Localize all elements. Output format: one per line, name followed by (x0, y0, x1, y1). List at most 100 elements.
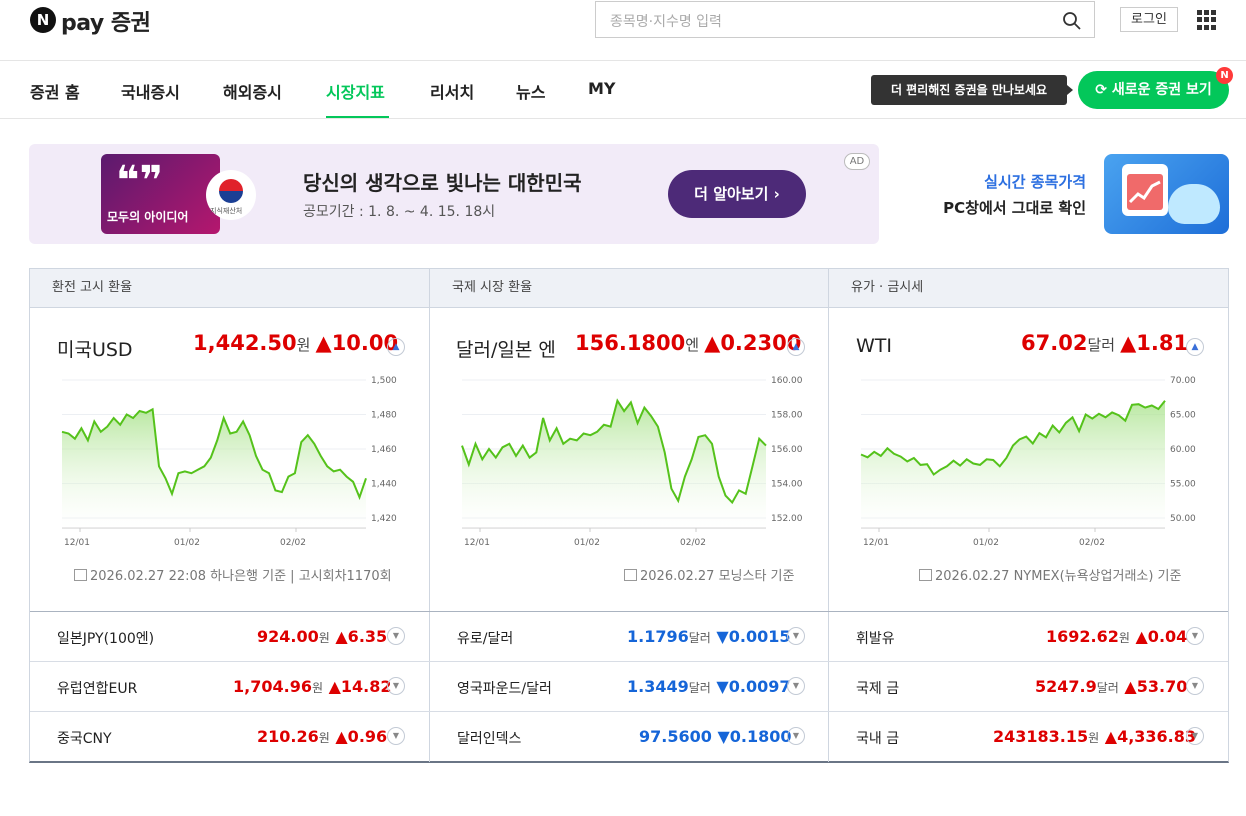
expand-down-icon[interactable]: ▼ (1186, 677, 1204, 695)
row-value: 5247.9달러 ▲53.70 (1035, 677, 1188, 696)
login-button[interactable]: 로그인 (1120, 7, 1178, 32)
y-tick-label: 156.00 (771, 445, 803, 455)
main-quote-usd: 1,442.50원 ▲10.00 (193, 331, 398, 355)
naver-logo-icon[interactable]: N (30, 7, 56, 33)
row-name[interactable]: 국내 금 (856, 728, 899, 748)
row-value: 1692.62원 ▲0.04 (1046, 627, 1188, 646)
row-name[interactable]: 중국CNY (57, 728, 112, 748)
main-change: ▲1.81 (1120, 331, 1189, 355)
nav-stock-home[interactable]: 증권 홈 (30, 79, 80, 103)
x-tick-label: 01/02 (973, 538, 999, 548)
y-tick-label: 55.00 (1170, 480, 1196, 490)
calendar-icon (919, 569, 932, 581)
new-badge: N (1216, 67, 1233, 84)
nav-overseas[interactable]: 해외증시 (223, 79, 282, 103)
calendar-icon (624, 569, 637, 581)
expand-down-icon[interactable]: ▼ (787, 677, 805, 695)
banner-title[interactable]: 당신의 생각으로 빛나는 대한민국 (303, 167, 582, 196)
chart-card-icon (1122, 164, 1168, 216)
main-name-wti[interactable]: WTI (856, 335, 892, 357)
series-area (861, 400, 1165, 528)
learn-more-button[interactable]: 더 알아보기 › (668, 170, 806, 218)
source-note: 2026.02.27 모닝스타 기준 (624, 565, 794, 584)
divider (0, 60, 1246, 61)
expand-up-icon[interactable]: ▲ (1186, 338, 1204, 356)
expand-down-icon[interactable]: ▼ (1186, 627, 1204, 645)
row-value: 924.00원 ▲6.35 (257, 627, 388, 646)
x-tick-label: 12/01 (464, 538, 490, 548)
series-area (462, 400, 766, 528)
source-note: 2026.02.27 22:08 하나은행 기준 | 고시회차1170회 (74, 565, 392, 584)
y-tick-label: 1,440 (371, 480, 397, 490)
y-tick-label: 70.00 (1170, 376, 1196, 386)
row-name[interactable]: 국제 금 (856, 678, 899, 698)
main-name-usd[interactable]: 미국USD (57, 335, 133, 362)
x-tick-label: 02/02 (280, 538, 306, 548)
nav-news[interactable]: 뉴스 (516, 79, 545, 103)
expand-down-icon[interactable]: ▼ (787, 727, 805, 745)
main-unit: 엔 (685, 336, 700, 354)
banner-subtitle: 공모기간 : 1. 8. ~ 4. 15. 18시 (303, 204, 496, 220)
row-name[interactable]: 영국파운드/달러 (457, 678, 552, 698)
row-name[interactable]: 일본JPY(100엔) (57, 628, 154, 648)
calendar-icon (74, 569, 87, 581)
nav-my[interactable]: MY (588, 79, 616, 98)
expand-up-icon[interactable]: ▲ (787, 338, 805, 356)
usdjpy-chart[interactable]: 160.00 158.00 156.00 154.00 152.00 12/01 01/02… (448, 370, 808, 552)
panel-header-oil-gold: 유가 · 금시세 (829, 269, 1228, 308)
search-input[interactable]: 종목명·지수명 입력 (610, 11, 722, 31)
nav-domestic[interactable]: 국내증시 (121, 79, 180, 103)
usd-chart[interactable]: 1,500 1,480 1,460 1,440 1,420 12/01 01/02 02/02 (48, 370, 408, 552)
main-value: 156.1800 (575, 331, 686, 355)
row-name[interactable]: 휘발유 (856, 628, 895, 648)
apps-grid-icon[interactable] (1197, 10, 1217, 30)
expand-up-icon[interactable]: ▲ (387, 338, 405, 356)
row-name[interactable]: 달러인덱스 (457, 728, 521, 748)
row-value: 1.1796달러 ▼0.0015 (627, 627, 791, 646)
divider (828, 269, 829, 762)
expand-down-icon[interactable]: ▼ (787, 627, 805, 645)
new-securities-label: 새로운 증권 보기 (1111, 82, 1212, 98)
whale-icon (1168, 184, 1220, 224)
y-tick-label: 1,500 (371, 376, 397, 386)
promo-line-2[interactable]: PC창에서 그대로 확인 (880, 197, 1086, 218)
row-value: 1.3449달러 ▼0.0097 (627, 677, 791, 696)
nav-market-index[interactable]: 시장지표 (326, 79, 385, 103)
promo-whale-image[interactable] (1104, 154, 1229, 234)
search-icon[interactable] (1062, 11, 1082, 35)
expand-down-icon[interactable]: ▼ (387, 727, 405, 745)
y-tick-label: 160.00 (771, 376, 803, 386)
divider (30, 611, 1228, 612)
x-tick-label: 02/02 (1079, 538, 1105, 548)
banner-quote-mark: ❝❞ (116, 158, 163, 204)
wti-chart[interactable]: 70.00 65.00 60.00 55.00 50.00 12/01 01/02 02/02 (847, 370, 1207, 552)
logo-text[interactable]: pay 증권 (61, 5, 151, 37)
nav-research[interactable]: 리서치 (430, 79, 474, 103)
y-tick-label: 1,420 (371, 514, 397, 524)
row-value: 1,704.96원 ▲14.82 (233, 677, 392, 696)
main-value: 67.02 (1021, 331, 1088, 355)
divider (30, 661, 1228, 662)
search-box[interactable]: 종목명·지수명 입력 (595, 1, 1095, 38)
row-value: 243183.15원 ▲4,336.83 (993, 727, 1197, 746)
promo-line-1[interactable]: 실시간 종목가격 (880, 171, 1086, 192)
panel-header-intl-fx: 국제 시장 환율 (430, 269, 828, 308)
row-name[interactable]: 유로/달러 (457, 628, 513, 648)
y-tick-label: 152.00 (771, 514, 803, 524)
row-value: 210.26원 ▲0.96 (257, 727, 388, 746)
expand-down-icon[interactable]: ▼ (1186, 727, 1204, 745)
new-securities-button[interactable]: ⟳ 새로운 증권 보기 (1078, 71, 1229, 109)
banner-image-text: 모두의 아이디어 (107, 210, 189, 224)
y-tick-label: 65.00 (1170, 411, 1196, 421)
main-unit: 원 (296, 336, 311, 354)
banner-image[interactable]: ❝❞ 모두의 아이디어 (101, 154, 220, 234)
row-value: 97.5600 ▼0.1800 (639, 727, 792, 746)
row-name[interactable]: 유럽연합EUR (57, 678, 137, 698)
panel-header-exchange: 환전 고시 환율 (30, 269, 429, 308)
y-tick-label: 154.00 (771, 480, 803, 490)
main-name-usdjpy[interactable]: 달러/일본 엔 (456, 335, 556, 362)
main-change: ▲10.00 (315, 331, 399, 355)
emblem-label: 지식재산처 (210, 207, 243, 215)
expand-down-icon[interactable]: ▼ (387, 627, 405, 645)
expand-down-icon[interactable]: ▼ (387, 677, 405, 695)
